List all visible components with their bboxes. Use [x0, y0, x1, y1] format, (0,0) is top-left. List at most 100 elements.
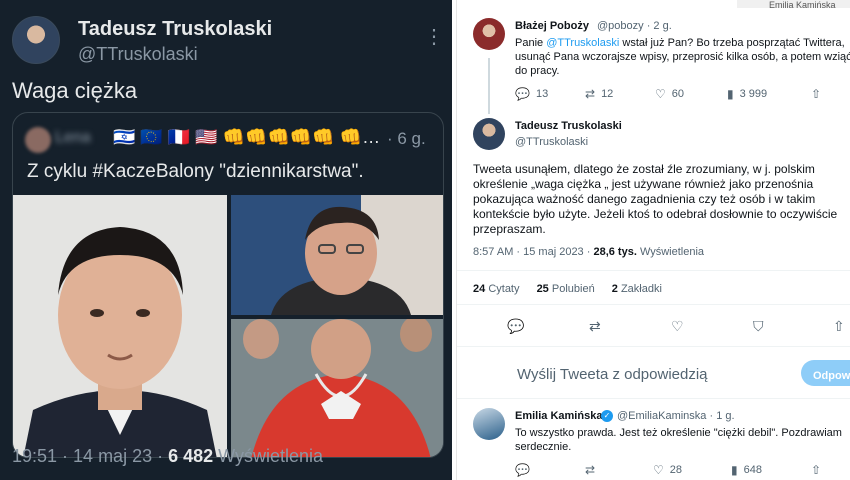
main-timestamp[interactable]: 8:57 AM · 15 maj 2023 ·: [473, 246, 590, 258]
main-bookmark-button[interactable]: ⛉: [753, 318, 764, 335]
parent-retweet-button[interactable]: ⇄ 12: [585, 87, 613, 101]
photo-man-glasses[interactable]: [231, 195, 443, 315]
main-author-name[interactable]: Tadeusz Truskolaski: [515, 120, 622, 132]
quoted-author-avatar: [25, 127, 51, 153]
photo-man-red-shirt-drawing: [231, 319, 443, 457]
reply-icon: 💬: [515, 463, 530, 477]
main-tweet-text: Tweeta usunąłem, dlatego że został źle z…: [473, 162, 838, 236]
parent-author-name[interactable]: Błażej Poboży: [515, 20, 589, 32]
heart-icon: ♡: [671, 317, 684, 334]
quotes-count: 24: [473, 283, 486, 295]
right-thread-panel: Emilia Kamińska Błażej Poboży @pobozy · …: [456, 0, 850, 480]
more-dots-icon[interactable]: ⋮: [424, 24, 444, 49]
reply-icon: 💬: [515, 87, 530, 101]
author-handle[interactable]: @TTruskolaski: [78, 44, 198, 65]
main-retweet-button[interactable]: ⇄: [589, 318, 601, 335]
main-share-button[interactable]: ⇧: [833, 318, 845, 335]
reply-actions: 💬 ⇄ ♡ 28 ▮ 648 ⇧: [457, 462, 850, 478]
top-strip: Emilia Kamińska: [737, 0, 850, 8]
views-count: 6 482: [168, 446, 214, 466]
reply-retweet-button[interactable]: ⇄: [585, 463, 595, 477]
views-label: Wyświetlenia: [218, 446, 324, 466]
share-icon: ⇧: [833, 317, 845, 334]
tweet-text: Waga ciężka: [12, 78, 138, 103]
views-chart-icon: ▮: [727, 87, 734, 101]
parent-views-button[interactable]: ▮ 3 999: [727, 87, 767, 101]
reply-views-count: 648: [743, 464, 762, 476]
bookmarks-stat[interactable]: 2 Zakładki: [612, 283, 662, 295]
divider: [457, 270, 850, 271]
photo-man-suit[interactable]: [13, 195, 227, 457]
author-avatar[interactable]: [12, 16, 60, 64]
reply-share-button[interactable]: ⇧: [811, 463, 821, 477]
reply-author-handle[interactable]: @EmiliaKaminska: [617, 410, 706, 422]
divider: [457, 346, 850, 347]
quoted-author-emojis: 🇮🇱 🇪🇺 🇫🇷 🇺🇸 👊👊👊👊👊 👊…: [113, 127, 381, 147]
reply-author-name[interactable]: Emilia Kamińska: [515, 410, 602, 422]
main-like-button[interactable]: ♡: [671, 318, 684, 335]
reply-submit-button[interactable]: Odpowiedz: [801, 360, 850, 386]
parent-actions: 💬 13 ⇄ 12 ♡ 60 ▮ 3 999 ⇧: [457, 86, 850, 102]
quoted-text: Z cyklu #KaczeBalony "dziennikarstwa".: [27, 161, 364, 182]
quoted-tweet[interactable]: Lena 🇮🇱 🇪🇺 🇫🇷 🇺🇸 👊👊👊👊👊 👊… · 6 g. Z cyklu…: [12, 112, 444, 458]
divider: [457, 398, 850, 399]
parent-share-button[interactable]: ⇧: [811, 87, 821, 101]
parent-time: · 2 g.: [646, 20, 672, 32]
parent-author-avatar[interactable]: [473, 18, 505, 50]
parent-reply-count: 13: [535, 88, 549, 100]
reply-input[interactable]: Wyślij Tweeta z odpowiedzią: [517, 366, 708, 383]
retweet-icon: ⇄: [585, 463, 596, 477]
parent-reply-button[interactable]: 💬 13: [515, 87, 548, 101]
main-views-count: 28,6 tys.: [593, 246, 637, 258]
retweet-icon: ⇄: [589, 317, 601, 334]
left-tweet-panel: Tadeusz Truskolaski @TTruskolaski ⋮ Waga…: [0, 0, 452, 480]
reply-reply-button[interactable]: 💬: [515, 463, 530, 477]
main-timestamp-row: 8:57 AM · 15 maj 2023 · 28,6 tys. Wyświe…: [473, 246, 704, 258]
likes-count: 25: [536, 283, 549, 295]
reply-time: · 1 g.: [709, 410, 735, 422]
reply-like-button[interactable]: ♡ 28: [653, 463, 682, 477]
photo-man-red-shirt[interactable]: [231, 319, 443, 457]
reply-tweet-text: To wszystko prawda. Jest też określenie …: [515, 427, 842, 453]
share-icon: ⇧: [811, 463, 822, 477]
quoted-time: · 6 g.: [387, 129, 426, 148]
main-stats-row: 24 Cytaty 25 Polubień 2 Zakładki: [473, 283, 676, 295]
share-icon: ⇧: [811, 87, 822, 101]
parent-like-button[interactable]: ♡ 60: [655, 87, 684, 101]
heart-icon: ♡: [655, 87, 666, 101]
author-name[interactable]: Tadeusz Truskolaski: [78, 18, 272, 41]
bookmarks-count: 2: [611, 283, 618, 295]
verified-badge-icon: ✓: [601, 410, 613, 422]
divider: [457, 304, 850, 305]
photo-man-glasses-drawing: [231, 195, 443, 315]
reply-like-count: 28: [669, 464, 683, 476]
parent-retweet-count: 12: [601, 88, 614, 100]
reply-author-avatar[interactable]: [473, 408, 505, 440]
parent-like-count: 60: [671, 88, 685, 100]
photo-man-suit-drawing: [13, 195, 227, 457]
quotes-stat[interactable]: 24 Cytaty: [473, 283, 520, 295]
heart-icon: ♡: [653, 463, 664, 477]
retweet-icon: ⇄: [585, 87, 596, 101]
tweet-datetime: 19:51 · 14 maj 23 ·: [12, 446, 164, 466]
main-author-handle[interactable]: @TTruskolaski: [515, 136, 588, 148]
parent-views-count: 3 999: [739, 88, 768, 100]
bookmark-icon: ⛉: [753, 317, 764, 334]
bookmarks-label: Zakładki: [620, 283, 662, 295]
main-views-label: Wyświetlenia: [639, 246, 705, 258]
tweet-footer: 19:51 · 14 maj 23 · 6 482 Wyświetlenia: [12, 446, 323, 467]
quoted-author-name: Lena: [55, 129, 91, 146]
parent-tweet-text: Panie @TTruskolaski wstał już Pan? Bo tr…: [515, 36, 850, 78]
views-chart-icon: ▮: [731, 463, 738, 477]
reply-handle-time: @EmiliaKaminska · 1 g.: [617, 410, 735, 422]
parent-author-handle[interactable]: @pobozy: [597, 20, 644, 32]
main-reply-button[interactable]: 💬: [507, 318, 524, 335]
reply-composer: Wyślij Tweeta z odpowiedzią Odpowiedz: [457, 350, 850, 396]
main-actions: 💬 ⇄ ♡ ⛉ ⇧: [457, 318, 850, 334]
likes-stat[interactable]: 25 Polubień: [537, 283, 595, 295]
parent-mention-link[interactable]: @TTruskolaski: [546, 37, 619, 49]
main-author-avatar[interactable]: [473, 118, 505, 150]
reply-views-button[interactable]: ▮ 648: [731, 463, 762, 477]
parent-text-before: Panie: [515, 37, 547, 49]
reply-icon: 💬: [507, 317, 525, 334]
